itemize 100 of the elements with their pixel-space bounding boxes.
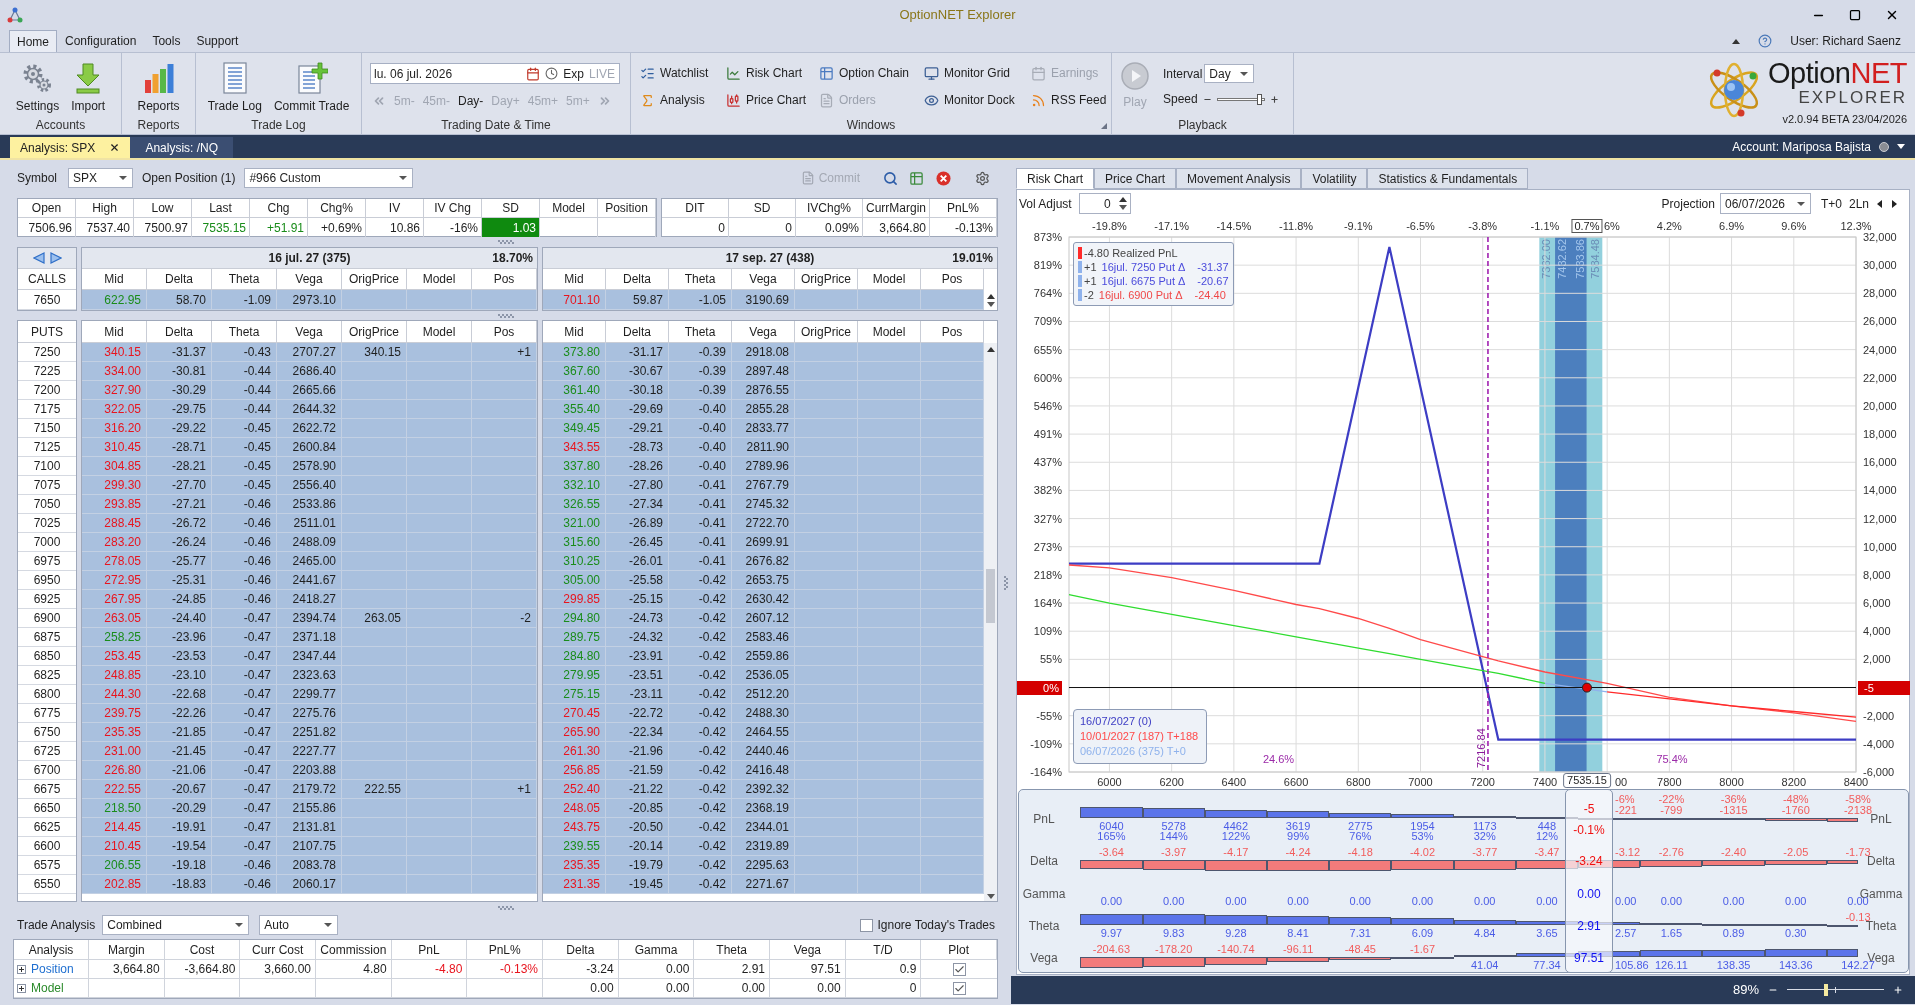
grip-icon[interactable] — [497, 240, 514, 244]
caret-down-icon[interactable] — [1118, 205, 1127, 210]
clock-icon[interactable] — [545, 67, 559, 80]
window-button[interactable]: RSS Feed — [1031, 91, 1107, 109]
projection-dropdown[interactable]: 06/07/2026 — [1719, 193, 1811, 214]
table-cell — [342, 837, 407, 856]
caret-icon — [1240, 71, 1249, 76]
speed-slider[interactable] — [1216, 93, 1265, 105]
checkbox[interactable] — [859, 918, 873, 932]
table-cell: 2686.40 — [277, 362, 342, 381]
strike-cell: 6850 — [18, 647, 76, 666]
scroll-thumb[interactable] — [986, 569, 995, 623]
table-cell: 0.9 — [845, 960, 922, 979]
plus-icon[interactable] — [1893, 985, 1903, 995]
exp-toggle[interactable]: Exp — [563, 64, 584, 83]
grip-icon[interactable] — [497, 906, 514, 910]
window-button[interactable]: Monitor Dock — [924, 91, 1015, 109]
greek-value: 138.35 — [1716, 959, 1751, 971]
window-button[interactable]: Analysis — [640, 91, 705, 109]
maximize-icon[interactable] — [1849, 9, 1861, 21]
column-header: Pos — [921, 321, 984, 343]
checkbox[interactable] — [952, 962, 966, 976]
caret-up-icon[interactable] — [986, 347, 995, 352]
table-cell: 2533.86 — [277, 495, 342, 514]
legend-entry: -4.80 Realized PnL — [1084, 246, 1178, 260]
window-button[interactable]: Price Chart — [726, 91, 807, 109]
step-button[interactable]: Day- — [458, 92, 484, 110]
triangle-right-icon[interactable] — [1892, 199, 1897, 208]
slider-thumb[interactable] — [1257, 93, 1263, 105]
row-label[interactable]: Position — [31, 960, 74, 978]
date-field[interactable]: lu. 06 jul. 2026 — [374, 64, 453, 83]
caret-down-icon[interactable] — [986, 301, 995, 307]
table-cell — [921, 290, 984, 310]
close-icon[interactable] — [1885, 8, 1899, 22]
table-cell: 7535.15 — [192, 218, 250, 237]
triangle-left-icon[interactable] — [1877, 199, 1882, 208]
slider-thumb[interactable] — [1823, 984, 1828, 996]
field-label: Interval — [1163, 65, 1203, 83]
window-button[interactable]: Monitor Grid — [924, 64, 1011, 82]
table-cell: 7537.40 — [76, 218, 134, 237]
window-button[interactable]: Watchlist — [640, 64, 709, 82]
table-cell — [921, 438, 984, 457]
ribbon-button[interactable]: Import — [69, 62, 108, 116]
caret-icon — [399, 176, 408, 180]
menu-tab[interactable]: Support — [188, 30, 247, 52]
settings-icon[interactable] — [975, 170, 990, 186]
chart-tab[interactable]: Statistics & Fundamentals — [1367, 168, 1529, 189]
column-header: Analysis — [14, 940, 89, 960]
strike-cell: 7225 — [18, 362, 76, 381]
ribbon-button[interactable]: Commit Trade — [271, 62, 352, 116]
document-tab[interactable]: Analysis: /NQ — [130, 137, 234, 158]
caret-up-icon[interactable] — [1732, 38, 1741, 44]
grip-icon[interactable] — [497, 313, 514, 318]
document-icon — [800, 171, 815, 185]
document-tab[interactable]: Analysis: SPX — [10, 137, 131, 158]
column-header: IV Chg — [424, 199, 482, 218]
plus-icon[interactable] — [1269, 94, 1279, 104]
interval-dropdown[interactable]: Day — [1204, 64, 1255, 83]
search-icon[interactable] — [883, 170, 898, 186]
analysis-mode-dropdown[interactable]: Combined — [102, 915, 250, 935]
window-title: OptionNET Explorer — [899, 6, 1016, 25]
grip-icon[interactable] — [1003, 575, 1008, 590]
row-label[interactable]: Model — [31, 979, 64, 997]
corner-triangle-icon[interactable] — [1101, 123, 1107, 129]
chart-tab[interactable]: Price Chart — [1094, 168, 1177, 189]
chart-tab[interactable]: Volatility — [1301, 168, 1368, 189]
chart-tab[interactable]: Risk Chart — [1016, 168, 1094, 189]
menu-tab[interactable]: Home — [9, 30, 57, 52]
menu-tab[interactable]: Configuration — [57, 30, 145, 52]
greek-bar — [1204, 860, 1267, 871]
caret-down-icon[interactable] — [986, 894, 995, 899]
caret-down-icon[interactable] — [1897, 144, 1905, 149]
table-icon[interactable] — [909, 170, 924, 186]
ribbon-button[interactable]: Trade Log — [205, 62, 264, 116]
column-header: Mid — [543, 321, 606, 343]
strike-cell: 7175 — [18, 400, 76, 419]
ribbon-button[interactable]: Reports — [135, 62, 182, 116]
column-header: Vega — [277, 269, 342, 290]
table-cell — [921, 875, 984, 894]
caret-up-icon[interactable] — [986, 293, 995, 299]
vol-adjust-field[interactable]: 0 — [1078, 193, 1131, 214]
expand-icon[interactable] — [17, 983, 26, 993]
zoom-slider[interactable] — [1787, 984, 1884, 996]
help-icon[interactable] — [1758, 34, 1773, 48]
checkbox[interactable] — [952, 981, 966, 995]
symbol-dropdown[interactable]: SPX — [68, 168, 133, 188]
scale-dropdown[interactable]: Auto — [259, 915, 339, 935]
menu-tab[interactable]: Tools — [144, 30, 189, 52]
expand-icon[interactable] — [17, 964, 26, 974]
caret-up-icon[interactable] — [1118, 197, 1127, 202]
position-dropdown[interactable]: #966 Custom — [244, 168, 414, 188]
window-button[interactable]: Option Chain — [819, 64, 910, 82]
table-cell: 2699.91 — [732, 533, 795, 552]
window-button[interactable]: Risk Chart — [726, 64, 802, 82]
ribbon-button[interactable]: Settings — [13, 62, 62, 116]
chart-tab[interactable]: Movement Analysis — [1176, 168, 1302, 189]
close-icon[interactable] — [109, 142, 121, 153]
axis-label: 2,000 — [1863, 653, 1891, 666]
row-label: Vega — [1030, 951, 1058, 965]
calendar-icon[interactable] — [526, 66, 541, 81]
